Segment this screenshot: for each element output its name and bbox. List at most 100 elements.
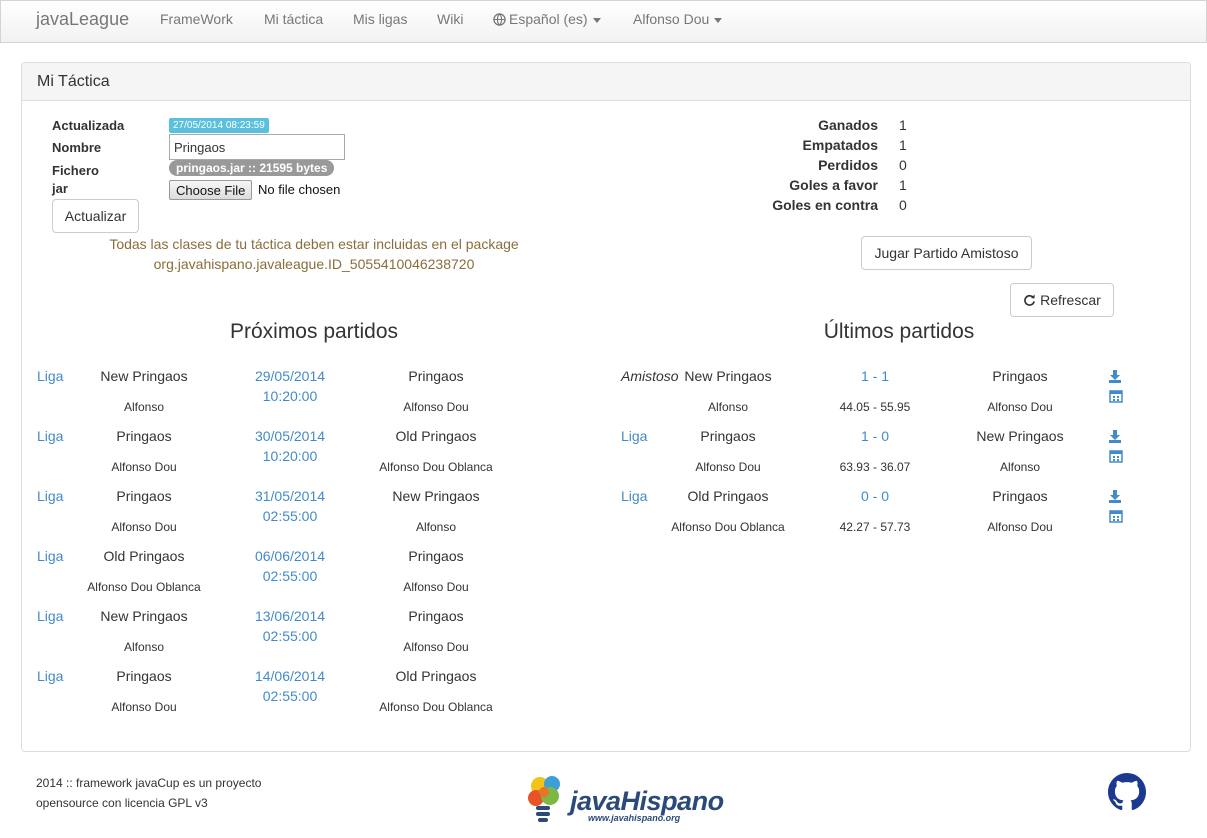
away-user: Alfonso Dou — [987, 520, 1053, 534]
match-type-link[interactable]: Liga — [621, 428, 647, 444]
download-icon[interactable] — [1108, 429, 1122, 443]
home-user: Alfonso Dou — [111, 460, 177, 474]
file-label: Fichero — [52, 163, 99, 178]
upcoming-row: Liga Pringaos Alfonso Dou 30/05/2014 10:… — [0, 428, 620, 488]
home-team: Pringaos — [700, 428, 756, 444]
github-icon[interactable] — [1108, 773, 1146, 811]
calendar-icon[interactable] — [1109, 389, 1123, 403]
match-possession: 44.05 - 55.95 — [839, 400, 911, 414]
stat-lost-value: 0 — [899, 157, 907, 173]
upcoming-row: Liga Pringaos Alfonso Dou 31/05/2014 02:… — [0, 488, 620, 548]
caret-down-icon — [714, 17, 723, 23]
match-time-link[interactable]: 10:20:00 — [230, 388, 350, 404]
user-dropdown[interactable]: Alfonso Dou — [633, 11, 723, 27]
match-time-link[interactable]: 02:55:00 — [230, 508, 350, 524]
away-team: Old Pringaos — [395, 668, 477, 684]
match-time-link[interactable]: 02:55:00 — [230, 628, 350, 644]
recent-row: Liga Old Pringaos Alfonso Dou Oblanca 0 … — [600, 488, 1140, 548]
nav-framework[interactable]: FrameWork — [160, 11, 233, 27]
home-user: Alfonso — [123, 400, 165, 414]
footer-line-1: 2014 :: framework javaCup es un proyecto — [36, 776, 262, 790]
navbar: javaLeague FrameWork Mi táctica Mis liga… — [0, 0, 1207, 43]
upcoming-title: Próximos partidos — [229, 320, 399, 343]
logo-text: javaHispano — [570, 786, 724, 816]
footer-text: 2014 :: framework javaCup es un proyecto… — [36, 773, 261, 813]
match-time-link[interactable]: 10:20:00 — [230, 448, 350, 464]
away-team: Old Pringaos — [395, 428, 477, 444]
footer-line-2: opensource con licencia GPL v3 — [36, 796, 208, 810]
away-user: Alfonso Dou — [987, 400, 1053, 414]
match-possession: 63.93 - 36.07 — [839, 460, 911, 474]
refresh-icon — [1024, 294, 1036, 306]
match-date-link[interactable]: 31/05/2014 — [230, 488, 350, 504]
friendly-match-button[interactable]: Jugar Partido Amistoso — [861, 236, 1032, 270]
home-team: New Pringaos — [684, 368, 772, 384]
name-label: Nombre — [52, 140, 102, 155]
refresh-button[interactable]: Refrescar — [1010, 283, 1114, 317]
away-user: Alfonso Dou — [403, 580, 469, 594]
updated-badge: 27/05/2014 08:23:59 — [169, 118, 269, 133]
calendar-icon[interactable] — [1109, 509, 1123, 523]
home-team: Pringaos — [116, 668, 172, 684]
home-team: New Pringaos — [100, 368, 188, 384]
away-user: Alfonso Dou Oblanca — [379, 700, 493, 714]
match-type-link[interactable]: Liga — [37, 608, 63, 624]
stat-lost-label: Perdidos — [818, 157, 878, 173]
stats-list: Ganados 1 Empatados 1 Perdidos 0 Goles a… — [728, 117, 928, 217]
nav-mi-tactica[interactable]: Mi táctica — [264, 11, 323, 27]
language-label: Español (es) — [509, 11, 588, 27]
match-date-link[interactable]: 29/05/2014 — [230, 368, 350, 384]
upcoming-row: Liga Pringaos Alfonso Dou 14/06/2014 02:… — [0, 668, 620, 728]
logo-url: www.javahispano.org — [588, 813, 681, 823]
refresh-label: Refrescar — [1040, 292, 1101, 308]
javahispano-logo[interactable]: javaHispano www.javahispano.org — [522, 770, 782, 830]
panel-title: Mi Táctica — [22, 63, 1190, 101]
stat-draw-label: Empatados — [802, 137, 878, 153]
update-button[interactable]: Actualizar — [52, 199, 139, 233]
file-badge: pringaos.jar :: 21595 bytes — [169, 160, 335, 176]
home-user: Alfonso Dou — [695, 460, 761, 474]
brand-link[interactable]: javaLeague — [36, 9, 129, 30]
away-team: Pringaos — [992, 488, 1048, 504]
home-team: New Pringaos — [100, 608, 188, 624]
home-user: Alfonso Dou — [111, 520, 177, 534]
nav-wiki[interactable]: Wiki — [437, 11, 463, 27]
globe-icon — [493, 13, 506, 26]
away-team: Pringaos — [408, 368, 464, 384]
name-input[interactable] — [169, 134, 345, 160]
match-time-link[interactable]: 02:55:00 — [230, 568, 350, 584]
stat-goals-for-label: Goles a favor — [789, 177, 878, 193]
match-type-link[interactable]: Liga — [37, 368, 63, 384]
language-dropdown[interactable]: Español (es) — [493, 11, 601, 27]
match-type-link[interactable]: Liga — [621, 488, 647, 504]
upcoming-row: Liga New Pringaos Alfonso 29/05/2014 10:… — [0, 368, 620, 428]
match-date-link[interactable]: 14/06/2014 — [230, 668, 350, 684]
home-user: Alfonso — [707, 400, 749, 414]
match-possession: 42.27 - 57.73 — [839, 520, 911, 534]
match-date-link[interactable]: 30/05/2014 — [230, 428, 350, 444]
calendar-icon[interactable] — [1109, 449, 1123, 463]
stat-draw-value: 1 — [899, 137, 907, 153]
match-type-link[interactable]: Liga — [37, 488, 63, 504]
recent-row: Liga Pringaos Alfonso Dou 1 - 0 63.93 - … — [600, 428, 1140, 488]
choose-file-button[interactable]: Choose File — [169, 180, 253, 200]
away-user: Alfonso Dou — [403, 640, 469, 654]
stat-goals-for-value: 1 — [899, 177, 907, 193]
away-team: Pringaos — [992, 368, 1048, 384]
match-score-link[interactable]: 1 - 1 — [815, 368, 935, 384]
nav-mis-ligas[interactable]: Mis ligas — [353, 11, 407, 27]
match-type-link[interactable]: Liga — [37, 548, 63, 564]
home-user: Alfonso Dou — [111, 700, 177, 714]
match-type-link[interactable]: Liga — [37, 428, 63, 444]
recent-title: Últimos partidos — [823, 320, 975, 343]
download-icon[interactable] — [1108, 489, 1122, 503]
home-team: Old Pringaos — [103, 548, 185, 564]
match-score-link[interactable]: 1 - 0 — [815, 428, 935, 444]
away-team: Pringaos — [408, 548, 464, 564]
match-date-link[interactable]: 13/06/2014 — [230, 608, 350, 624]
match-score-link[interactable]: 0 - 0 — [815, 488, 935, 504]
match-time-link[interactable]: 02:55:00 — [230, 688, 350, 704]
match-type-link[interactable]: Liga — [37, 668, 63, 684]
match-date-link[interactable]: 06/06/2014 — [230, 548, 350, 564]
download-icon[interactable] — [1108, 369, 1122, 383]
